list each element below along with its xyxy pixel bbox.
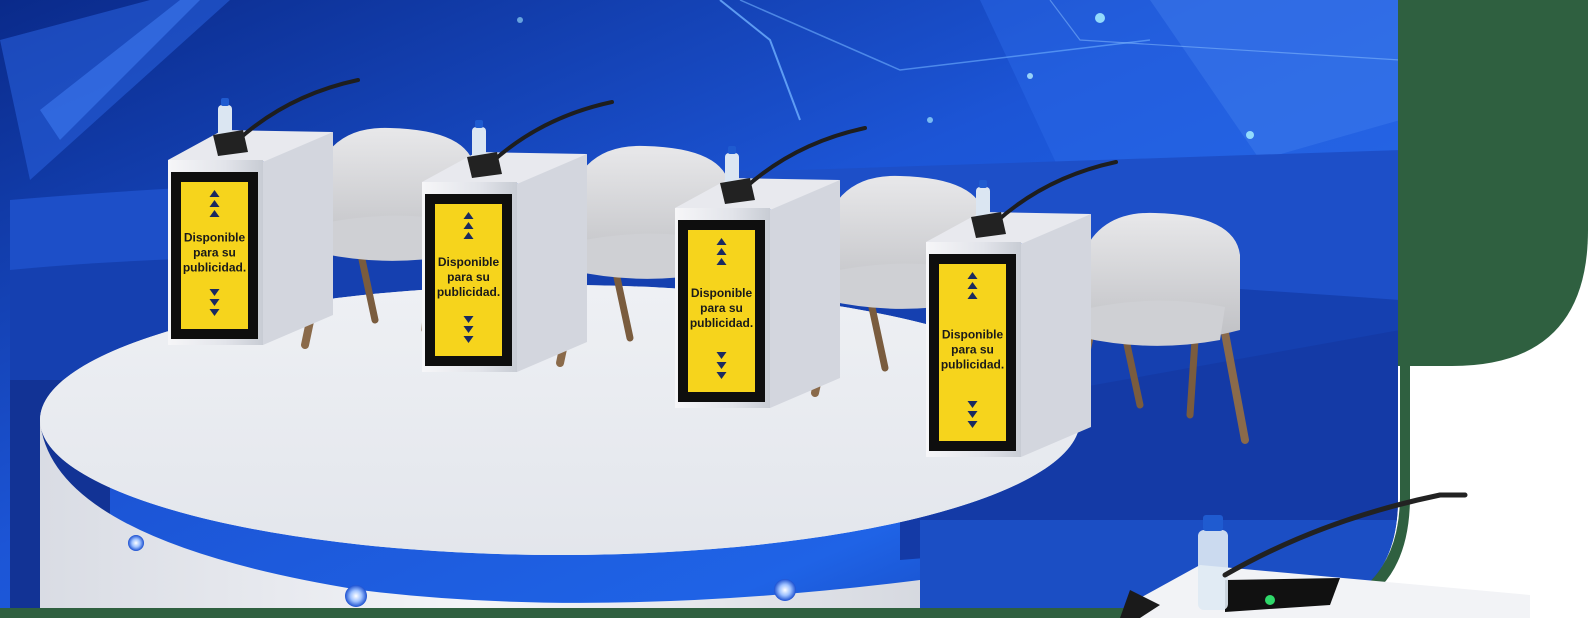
ad-sign-text: publicidad.: [437, 285, 500, 299]
chair-seat: [1080, 300, 1225, 346]
ad-sign-text: para su: [447, 270, 490, 284]
podium-side: [263, 132, 333, 345]
podium-side: [517, 154, 587, 372]
ad-sign-text: publicidad.: [690, 316, 753, 330]
podium-side: [1021, 214, 1091, 457]
ad-sign-text: Disponible: [942, 328, 1004, 342]
podium-side: [770, 180, 840, 408]
ad-sign-text: para su: [951, 343, 994, 357]
led-light: [128, 535, 144, 551]
ad-sign-text: Disponible: [438, 255, 500, 269]
chair-leg: [1186, 336, 1199, 419]
ad-sign-text: publicidad.: [941, 358, 1004, 372]
stage-scene: Disponiblepara supublicidad. Disponiblepa…: [0, 0, 1588, 618]
ad-sign-text: publicidad.: [183, 261, 246, 275]
led-light: [345, 585, 367, 607]
led-light: [774, 579, 796, 601]
ad-sign-text: para su: [193, 246, 236, 260]
ad-sign-text: Disponible: [184, 231, 246, 245]
ad-sign-text: para su: [700, 301, 743, 315]
green-frame-shape: [1398, 0, 1588, 366]
ad-sign-text: Disponible: [691, 286, 753, 300]
